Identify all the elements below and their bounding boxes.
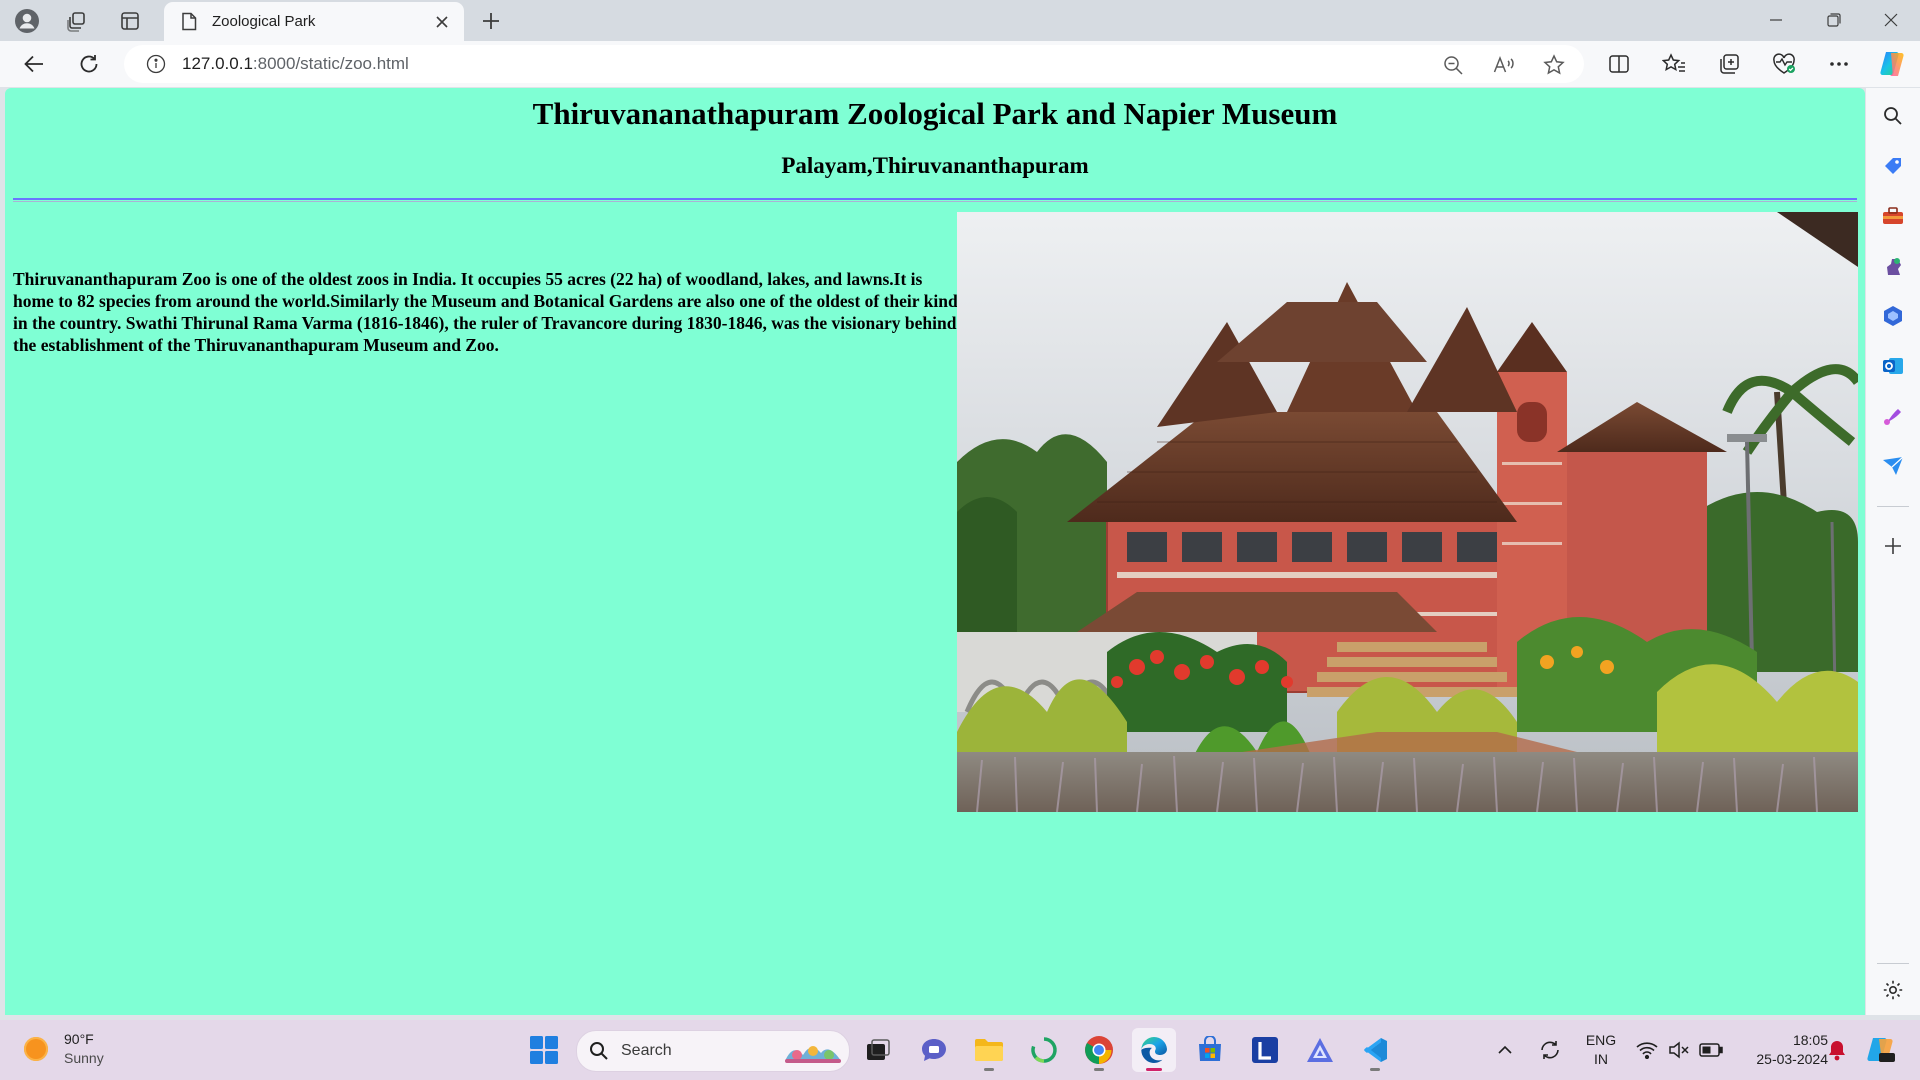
vscode-icon[interactable] <box>1353 1028 1397 1072</box>
sidebar-divider <box>1877 506 1909 507</box>
taskbar-search[interactable]: Search <box>576 1030 850 1072</box>
address-bar[interactable]: 127.0.0.1:8000/static/zoo.html <box>124 45 1584 83</box>
chevron-up-icon[interactable] <box>1490 1028 1520 1072</box>
horizontal-rule <box>13 198 1857 202</box>
minimize-icon[interactable] <box>1747 0 1805 40</box>
weather-temp: 90°F <box>64 1031 94 1047</box>
more-icon[interactable] <box>1821 47 1857 81</box>
refresh-icon[interactable] <box>71 47 107 81</box>
volume-muted-icon[interactable] <box>1662 1028 1696 1072</box>
microsoft-store-icon[interactable] <box>1188 1028 1232 1072</box>
tools-icon[interactable] <box>1877 200 1909 232</box>
sun-icon <box>24 1037 48 1061</box>
running-indicator <box>984 1068 994 1071</box>
url-text[interactable]: 127.0.0.1:8000/static/zoo.html <box>182 54 409 74</box>
active-indicator <box>1146 1068 1162 1071</box>
page-viewport: Thiruvananathapuram Zoological Park and … <box>5 88 1865 1015</box>
browser-essentials-icon[interactable] <box>1766 47 1802 81</box>
search-highlight-icon <box>783 1037 843 1070</box>
send-icon[interactable] <box>1877 450 1909 482</box>
running-indicator <box>1094 1068 1104 1071</box>
tab-actions-icon[interactable] <box>114 5 146 37</box>
favorites-icon[interactable] <box>1656 47 1692 81</box>
active-tab[interactable]: Zoological Park <box>164 2 464 41</box>
search-icon[interactable] <box>1877 100 1909 132</box>
vpn-icon[interactable] <box>1298 1028 1342 1072</box>
windows-taskbar: 90°F Sunny Search ENG IN 18:05 25-03-202… <box>0 1020 1920 1080</box>
office-icon[interactable] <box>1877 300 1909 332</box>
battery-icon[interactable] <box>1694 1028 1728 1072</box>
sync-icon[interactable] <box>1530 1028 1570 1072</box>
napier-museum-photo <box>957 212 1858 812</box>
workspaces-icon[interactable] <box>61 5 93 37</box>
star-icon[interactable] <box>1541 52 1567 78</box>
zoom-out-icon[interactable] <box>1440 52 1466 78</box>
tab-title: Zoological Park <box>212 13 316 30</box>
read-aloud-icon[interactable] <box>1491 52 1517 78</box>
shopping-tag-icon[interactable] <box>1877 150 1909 182</box>
chrome-icon[interactable] <box>1077 1028 1121 1072</box>
search-glass-icon <box>589 1041 609 1061</box>
close-icon[interactable] <box>430 10 454 34</box>
clock-date: 25-03-2024 <box>1756 1051 1828 1067</box>
page-subtitle: Palayam,Thiruvananthapuram <box>781 153 1089 178</box>
settings-icon[interactable] <box>1877 974 1909 1006</box>
plus-icon[interactable] <box>476 6 506 36</box>
page-title: Thiruvananathapuram Zoological Park and … <box>532 96 1338 131</box>
sidebar-divider-bottom <box>1877 963 1909 964</box>
tab-strip: Zoological Park <box>0 0 1920 41</box>
collections-icon[interactable] <box>1711 47 1747 81</box>
l-app-icon[interactable] <box>1243 1028 1287 1072</box>
window-close-icon[interactable] <box>1862 0 1920 40</box>
restore-icon[interactable] <box>1805 0 1863 40</box>
browser-toolbar: 127.0.0.1:8000/static/zoo.html <box>0 41 1920 87</box>
back-arrow-icon[interactable] <box>16 47 52 81</box>
search-label: Search <box>621 1042 672 1059</box>
language-code: ENG <box>1585 1032 1617 1048</box>
games-icon[interactable] <box>1877 250 1909 282</box>
split-screen-icon[interactable] <box>1601 47 1637 81</box>
region-code: IN <box>1594 1051 1608 1067</box>
notification-bell-icon[interactable] <box>1822 1028 1852 1072</box>
add-icon[interactable] <box>1877 530 1909 562</box>
clock-time: 18:05 <box>1792 1032 1828 1048</box>
copilot-icon[interactable] <box>1874 47 1910 81</box>
running-indicator <box>1370 1068 1380 1071</box>
document-icon <box>178 11 200 33</box>
teams-chat-icon[interactable] <box>912 1028 956 1072</box>
file-explorer-icon[interactable] <box>967 1028 1011 1072</box>
weather-desc: Sunny <box>64 1050 104 1066</box>
copilot-preview-icon[interactable] <box>1858 1028 1902 1072</box>
edge-icon[interactable] <box>1132 1028 1176 1072</box>
task-view-icon[interactable] <box>856 1028 900 1072</box>
start-icon[interactable] <box>522 1028 566 1072</box>
language-indicator[interactable]: ENG IN <box>1578 1031 1624 1069</box>
edge-sidebar <box>1866 88 1920 1015</box>
info-icon[interactable] <box>144 52 168 76</box>
url-path: :8000/static/zoo.html <box>252 54 409 73</box>
url-host: 127.0.0.1 <box>182 54 253 73</box>
wifi-icon[interactable] <box>1630 1028 1664 1072</box>
designer-icon[interactable] <box>1877 400 1909 432</box>
clock[interactable]: 18:05 25-03-2024 <box>1728 1031 1828 1069</box>
weather-widget[interactable]: 90°F Sunny <box>24 1030 104 1068</box>
profile-icon[interactable] <box>11 5 43 37</box>
intro-paragraph: Thiruvananthapuram Zoo is one of the old… <box>13 269 958 355</box>
outlook-icon[interactable] <box>1877 350 1909 382</box>
refresh-app-icon[interactable] <box>1022 1028 1066 1072</box>
